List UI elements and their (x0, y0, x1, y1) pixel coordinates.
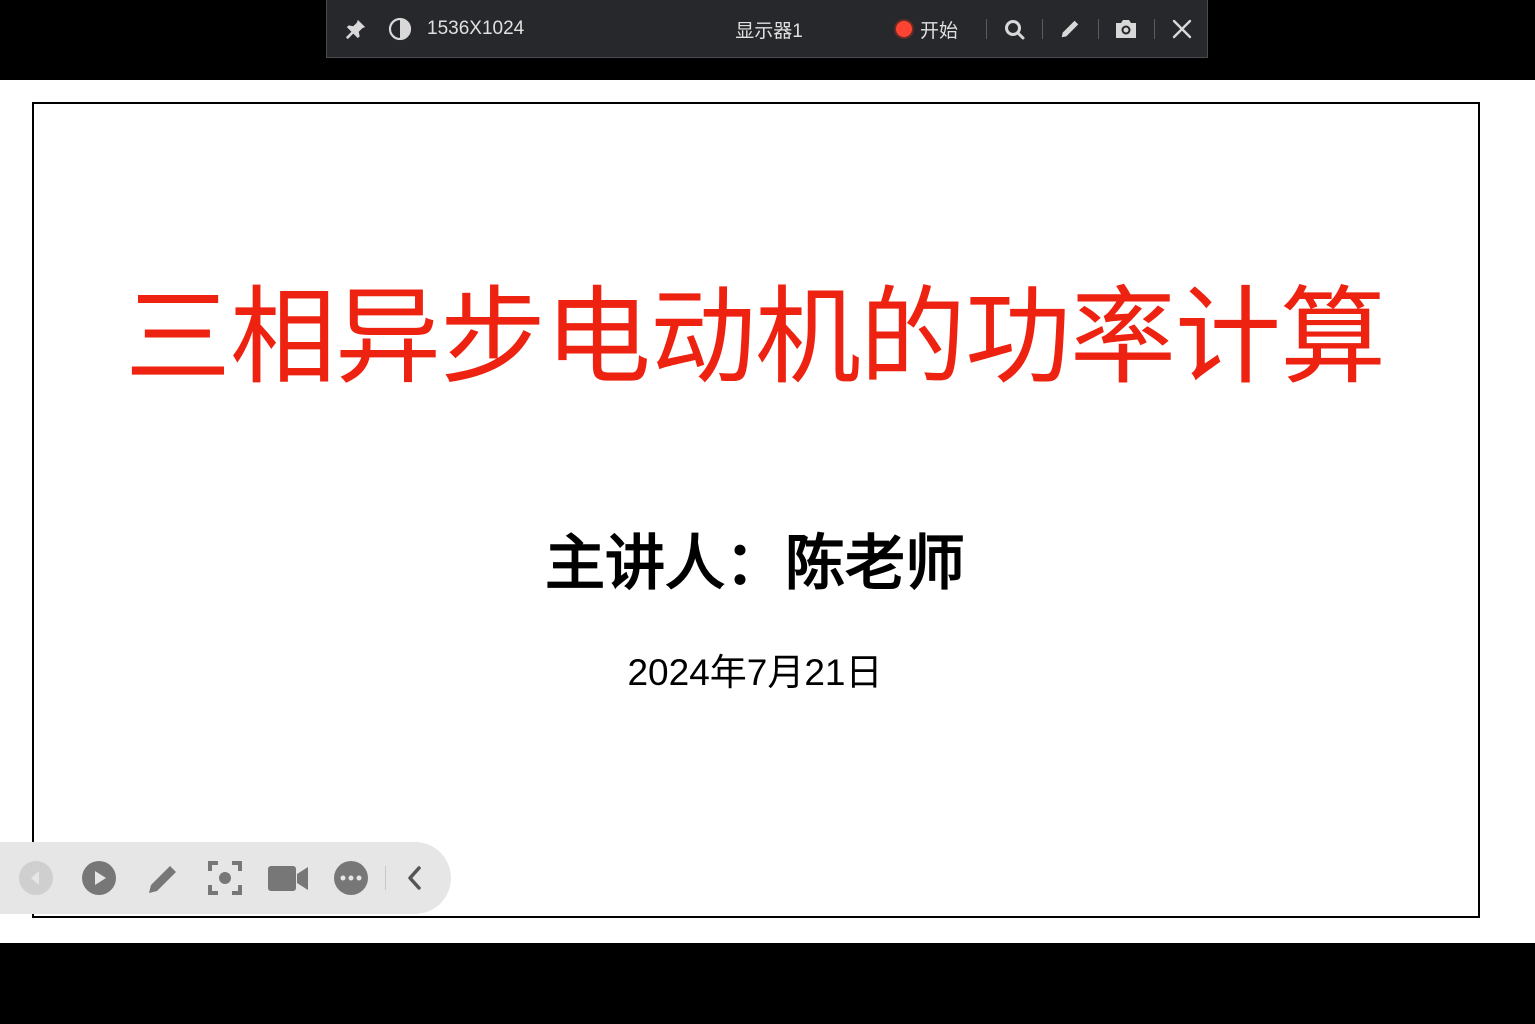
play-icon (82, 861, 116, 895)
camera-icon (1116, 20, 1136, 38)
pen-icon (1061, 20, 1079, 38)
screenshot-button[interactable] (1109, 0, 1143, 58)
presentation-toolbar (0, 842, 451, 914)
search-icon (1005, 20, 1025, 40)
pin-button[interactable] (339, 0, 373, 58)
collapse-toolbar-button[interactable] (390, 842, 438, 914)
more-icon (334, 861, 368, 895)
video-button[interactable] (264, 842, 312, 914)
slide-presenter: 主讲人：陈老师 (545, 529, 965, 599)
close-button[interactable] (1165, 0, 1199, 58)
pen-icon (149, 866, 176, 893)
monitor-select[interactable]: 显示器1 (727, 0, 811, 58)
annotate-button[interactable] (139, 842, 187, 914)
start-record-button[interactable]: 开始 (887, 0, 967, 58)
slide-date: 2024年7月21日 (627, 652, 883, 693)
contrast-icon (388, 17, 412, 41)
resolution-label: 1536X1024 (427, 18, 525, 39)
search-button[interactable] (997, 0, 1031, 58)
pin-icon (345, 19, 366, 40)
collapse-chevron-icon (408, 866, 421, 890)
video-camera-icon (268, 866, 308, 891)
draw-button[interactable] (1053, 0, 1087, 58)
record-dot-icon (895, 21, 912, 37)
recording-toolbar: 1536X1024 显示器1 开始 (326, 0, 1208, 58)
toolbar-divider (1154, 19, 1155, 39)
previous-icon (19, 861, 53, 895)
play-button[interactable] (75, 842, 123, 914)
more-button[interactable] (327, 842, 375, 914)
screen: 三相异步电动机的功率计算 主讲人：陈老师 2024年7月21日 1536X102… (0, 0, 1535, 1024)
slide-title: 三相异步电动机的功率计算 (125, 276, 1386, 399)
toolbar-divider (385, 866, 386, 890)
contrast-button[interactable] (383, 0, 417, 58)
toolbar-divider (1098, 19, 1099, 39)
toolbar-divider (1042, 19, 1043, 39)
close-icon (1172, 19, 1192, 39)
focus-capture-button[interactable] (201, 842, 249, 914)
slide (32, 102, 1480, 918)
focus-capture-icon (208, 861, 242, 895)
toolbar-divider (986, 19, 987, 39)
previous-slide-button[interactable] (12, 842, 60, 914)
